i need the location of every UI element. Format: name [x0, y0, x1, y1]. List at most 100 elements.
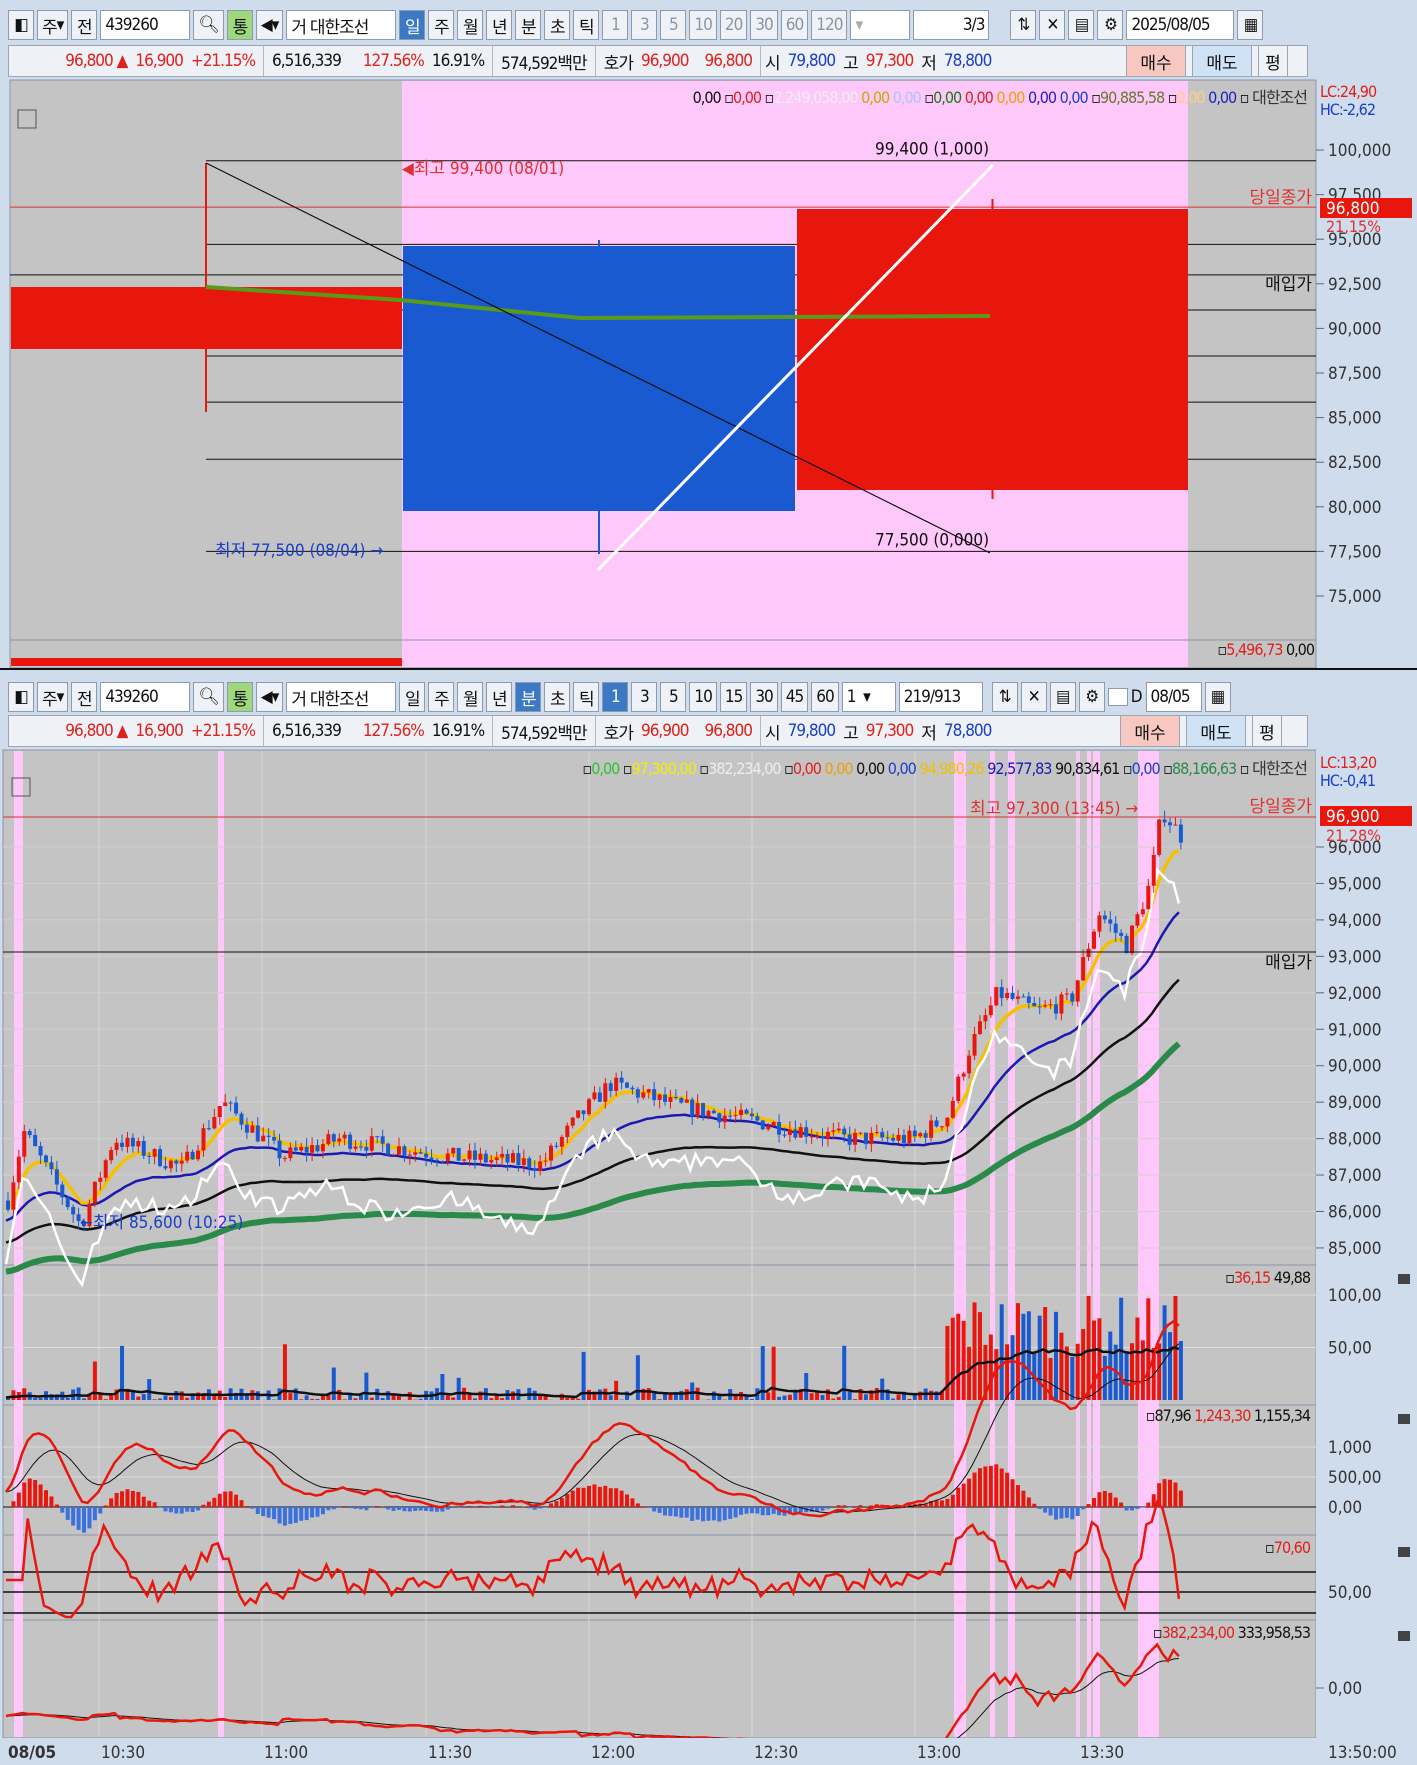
- macd-histogram-bar: [592, 1484, 597, 1507]
- period-second[interactable]: 초: [544, 682, 571, 712]
- interval-3[interactable]: 3: [631, 682, 658, 712]
- candle-body: [141, 1141, 146, 1156]
- macd-histogram-bar: [874, 1504, 879, 1507]
- market-select[interactable]: 주 ▾: [37, 10, 69, 40]
- interval-select[interactable]: ▾: [850, 10, 911, 40]
- candle-body: [71, 1207, 76, 1215]
- macd-legend: ▫87,96 1,243,30 1,155,34: [1145, 1406, 1311, 1425]
- prev-button[interactable]: 전: [71, 682, 98, 712]
- tong-button[interactable]: 통: [226, 682, 253, 712]
- interval-30[interactable]: 30: [750, 10, 778, 40]
- interval-5[interactable]: 5: [660, 682, 687, 712]
- volume-bar: [983, 1344, 988, 1400]
- volume-bar: [543, 1395, 548, 1400]
- save-icon[interactable]: ▤: [1049, 682, 1076, 712]
- period-minute[interactable]: 분: [515, 10, 542, 40]
- interval-15[interactable]: 15: [719, 682, 748, 712]
- candle-body: [190, 1151, 195, 1160]
- macd-histogram-bar: [614, 1488, 619, 1507]
- interval-60[interactable]: 60: [811, 682, 839, 712]
- volume-bar: [217, 1390, 222, 1400]
- avg-button[interactable]: 평: [1258, 45, 1288, 77]
- candle-body: [956, 1076, 961, 1101]
- candle-body: [27, 1131, 32, 1136]
- panel-toggle-icon[interactable]: ◧: [8, 682, 34, 712]
- chart-tool-icon[interactable]: ⇅: [991, 682, 1018, 712]
- sell-button[interactable]: 매도: [1186, 715, 1246, 747]
- draw-tool-icon[interactable]: ✕: [1020, 682, 1047, 712]
- avg-button[interactable]: 평: [1252, 715, 1282, 747]
- interval-45[interactable]: 45: [780, 682, 809, 712]
- period-day[interactable]: 일: [399, 10, 426, 40]
- period-tick[interactable]: 틱: [573, 10, 600, 40]
- tong-button[interactable]: 통: [226, 10, 253, 40]
- interval-10[interactable]: 10: [689, 682, 717, 712]
- interval-30[interactable]: 30: [750, 682, 778, 712]
- volume-bar: [820, 1395, 825, 1400]
- interval-20[interactable]: 20: [719, 10, 748, 40]
- speaker-icon[interactable]: ◀▾: [255, 682, 284, 712]
- quote-low: 78,800: [943, 721, 992, 741]
- interval-10[interactable]: 10: [689, 10, 717, 40]
- minute-chart[interactable]: 96,000 95,000 94,000 93,000 92,000 91,000 90,0…: [0, 0, 1417, 1765]
- period-month[interactable]: 월: [457, 682, 484, 712]
- macd-histogram-bar: [353, 1507, 358, 1509]
- count-field[interactable]: 219/913: [898, 682, 983, 712]
- volume-bar: [299, 1399, 304, 1400]
- indicator-panel: [2, 749, 1317, 1266]
- d-checkbox[interactable]: [1107, 688, 1128, 706]
- period-week[interactable]: 주: [428, 10, 455, 40]
- date-field[interactable]: 2025/08/05: [1126, 10, 1235, 40]
- code-input[interactable]: 439260: [100, 682, 191, 712]
- macd-histogram-bar: [1059, 1507, 1064, 1519]
- search-icon[interactable]: 🔍︎: [193, 10, 224, 40]
- period-year[interactable]: 년: [486, 10, 513, 40]
- interval-select[interactable]: 1 ▾: [841, 682, 896, 712]
- macd-histogram-bar: [255, 1507, 260, 1514]
- volume-bar: [1146, 1298, 1151, 1400]
- interval-3[interactable]: 3: [631, 10, 658, 40]
- period-day[interactable]: 일: [399, 682, 426, 712]
- gear-icon[interactable]: ⚙: [1097, 10, 1124, 40]
- interval-120[interactable]: 120: [811, 10, 848, 40]
- volume-bar: [929, 1390, 934, 1400]
- period-tick[interactable]: 틱: [573, 682, 600, 712]
- period-second[interactable]: 초: [544, 10, 571, 40]
- stock-name-field[interactable]: 거 대한조선: [286, 10, 397, 40]
- volume-bar: [489, 1398, 494, 1400]
- period-minute[interactable]: 분: [515, 682, 542, 712]
- search-icon[interactable]: 🔍︎: [193, 682, 224, 712]
- candle-body: [407, 1154, 412, 1156]
- buy-button[interactable]: 매수: [1126, 45, 1186, 77]
- gear-icon[interactable]: ⚙: [1078, 682, 1105, 712]
- interval-60[interactable]: 60: [780, 10, 809, 40]
- speaker-icon[interactable]: ◀▾: [255, 10, 284, 40]
- interval-5[interactable]: 5: [660, 10, 687, 40]
- code-input[interactable]: 439260: [100, 10, 191, 40]
- count-field[interactable]: 3/3: [913, 10, 990, 40]
- period-week[interactable]: 주: [428, 682, 455, 712]
- chart-tool-icon[interactable]: ⇅: [1010, 10, 1037, 40]
- draw-tool-icon[interactable]: ✕: [1039, 10, 1066, 40]
- buy-button[interactable]: 매수: [1120, 715, 1180, 747]
- candle-body: [11, 1182, 16, 1210]
- interval-1[interactable]: 1: [602, 682, 629, 712]
- interval-1[interactable]: 1: [602, 10, 629, 40]
- date-field[interactable]: 08/05: [1145, 682, 1202, 712]
- candle-body: [760, 1120, 765, 1130]
- prev-button[interactable]: 전: [71, 10, 98, 40]
- save-icon[interactable]: ▤: [1068, 10, 1095, 40]
- volume-bar: [320, 1395, 325, 1400]
- calendar-icon[interactable]: ▦: [1204, 682, 1231, 712]
- panel-toggle-icon[interactable]: ◧: [8, 10, 34, 40]
- period-month[interactable]: 월: [457, 10, 484, 40]
- sell-button[interactable]: 매도: [1192, 45, 1252, 77]
- candle-body: [901, 1134, 906, 1144]
- period-year[interactable]: 년: [486, 682, 513, 712]
- market-select[interactable]: 주 ▾: [37, 682, 69, 712]
- stock-name-field[interactable]: 거 대한조선: [286, 682, 397, 712]
- calendar-icon[interactable]: ▦: [1237, 10, 1264, 40]
- volume-bar: [1043, 1307, 1048, 1400]
- candle-body: [570, 1117, 575, 1126]
- y-axis-area: [1316, 750, 1417, 1738]
